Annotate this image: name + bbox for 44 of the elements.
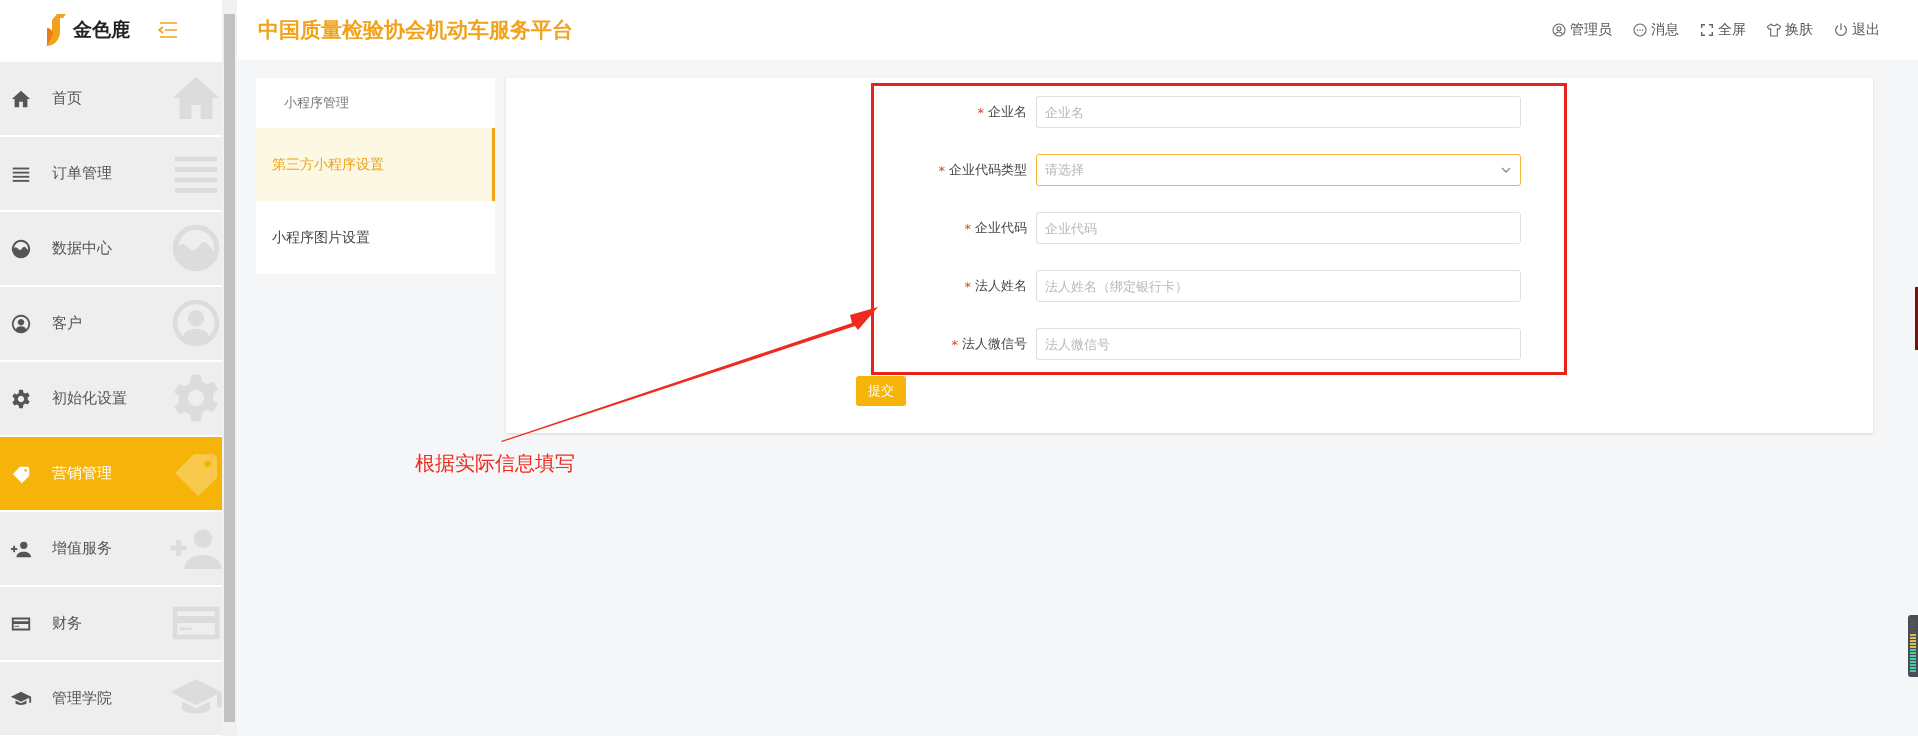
scrollbar-thumb[interactable] (224, 14, 235, 722)
input-field[interactable]: 法人微信号 (1036, 328, 1521, 360)
field-label: 企业名 (988, 103, 1027, 121)
logo-text: 金色鹿 (72, 17, 130, 42)
power-icon (1833, 22, 1849, 38)
header-link[interactable]: 全屏 (1699, 21, 1746, 39)
required-asterisk: * (964, 220, 971, 236)
required-asterisk: * (977, 104, 984, 120)
header-link[interactable]: 消息 (1632, 21, 1679, 39)
required-asterisk: * (951, 336, 958, 352)
annotation-text: 根据实际信息填写 (415, 450, 575, 477)
field-label: 法人姓名 (975, 277, 1027, 295)
logo-icon (44, 12, 67, 48)
level-meter-drawing (1908, 615, 1918, 677)
sidebar-item[interactable]: 初始化设置 (0, 362, 222, 435)
field-label: 法人微信号 (962, 335, 1027, 353)
header-link[interactable]: 退出 (1833, 21, 1880, 39)
required-asterisk: * (964, 278, 971, 294)
field-label: 企业代码类型 (949, 161, 1027, 179)
sidebar-item[interactable]: 数据中心 (0, 212, 222, 285)
sidebar-item[interactable]: 管理学院 (0, 662, 222, 735)
submenu-item[interactable]: 小程序图片设置 (256, 201, 495, 274)
header-link[interactable]: 管理员 (1551, 21, 1612, 39)
chevron-down-icon (1500, 166, 1512, 174)
person-circle-icon (1551, 22, 1567, 38)
side-tab[interactable] (1915, 287, 1918, 350)
field-label: 企业代码 (975, 219, 1027, 237)
sidebar-item[interactable]: 首页 (0, 62, 222, 135)
shirt-icon (1766, 22, 1782, 38)
required-asterisk: * (938, 162, 945, 178)
fullscreen-icon (1699, 22, 1715, 38)
gear-icon (10, 387, 32, 410)
input-field[interactable]: 企业名 (1036, 96, 1521, 128)
sidebar-item[interactable]: 订单管理 (0, 137, 222, 210)
sidebar-item[interactable]: 财务 (0, 587, 222, 660)
sidebar-item[interactable]: 客户 (0, 287, 222, 360)
chat-dots-icon (1632, 22, 1648, 38)
input-field[interactable]: 法人姓名（绑定银行卡） (1036, 270, 1521, 302)
page-title: 中国质量检验协会机动车服务平台 (258, 17, 573, 44)
submenu-heading: 小程序管理 (283, 94, 350, 112)
input-field[interactable]: 企业代码 (1036, 212, 1521, 244)
scrollbar[interactable] (222, 0, 237, 736)
sidebar-item[interactable]: 增值服务 (0, 512, 222, 585)
header-link[interactable]: 换肤 (1766, 21, 1813, 39)
